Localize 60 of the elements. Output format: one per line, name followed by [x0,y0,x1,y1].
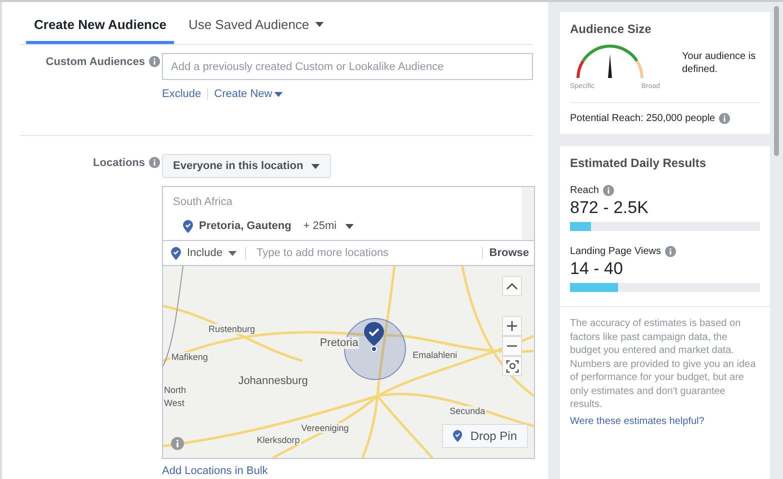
map-pin-icon [364,322,384,352]
audience-tab[interactable]: Use Saved Audience [180,2,332,44]
minus-icon [507,345,517,347]
map-label: Secunda [448,406,486,416]
map-label: Vereeniging [300,423,350,434]
audience-tab[interactable]: Create New Audience [26,2,174,44]
map-label: Klerksdorp [256,434,301,445]
locate-button[interactable] [502,356,522,376]
location-type-dropdown[interactable]: Everyone in this location [162,154,332,178]
plus-icon [507,321,517,331]
locate-icon [506,360,518,372]
scrollbar[interactable] [522,187,534,240]
feedback-link[interactable]: Were these estimates helpful? [570,414,704,428]
radius-dropdown[interactable]: + 25mi [297,219,360,233]
link[interactable]: Create New [214,88,284,100]
zoom-out-button[interactable] [502,336,522,356]
map-label: Pretoria [318,337,360,350]
map-label: North [163,385,188,396]
drop-pin-button[interactable]: Drop Pin [442,424,528,448]
caret-icon [228,250,238,256]
include-dropdown[interactable]: Include [171,246,246,260]
metric-value: 14 - 40 [570,259,624,279]
field-label: Locations [93,157,145,169]
caret-icon [274,92,284,96]
pin-icon [183,220,193,232]
info-icon[interactable] [665,246,676,257]
card-title: Audience Size [570,22,652,36]
collapse-button[interactable] [502,276,522,296]
metric-label: Landing Page Views [570,246,661,257]
map-label: Rustenburg [208,324,256,334]
metric-value: 872 - 2.5K [570,198,650,218]
caret-icon [344,224,354,228]
custom-audience-input[interactable]: Add a previously created Custom or Lookalike Audience [162,53,533,80]
pin-icon [171,246,181,260]
potential-reach: Potential Reach: 250,000 people [570,113,716,124]
caret-icon [311,164,320,168]
map-label: Mafikeng [170,352,209,362]
link[interactable]: Exclude [162,88,202,100]
info-icon[interactable] [149,56,160,67]
chevron-up-icon [506,282,518,290]
info-icon[interactable] [149,157,160,168]
metric-label: Reach [570,185,599,196]
browse-button[interactable]: Browse [482,247,529,259]
info-icon[interactable] [602,185,614,196]
add-locations-in-bulk-link[interactable]: Add Locations in Bulk [162,465,268,477]
map[interactable]: Rustenburg Pretoria Mafikeng Emalahleni Johannesburg North West Secunda Vereeniging Klerksdorp Drop Pin [163,265,534,458]
info-icon[interactable] [719,113,730,124]
scrollbar[interactable] [774,6,779,156]
pin-icon [453,430,462,442]
estimate-note: The accuracy of estimates is based on factors like past campaign data, the budget you entered and market data. Numbers are provided to give you an idea of performance for your budget, but are only estimates and don't guarantee results. [570,317,757,412]
country-label: South Africa [173,196,234,208]
zoom-in-button[interactable] [502,316,522,336]
card-title: Estimated Daily Results [569,156,708,170]
field-label: Custom Audiences [46,56,145,68]
info-icon[interactable] [171,437,184,450]
map-label: Johannesburg [237,375,309,388]
audience-status: Your audience is defined. [682,50,757,77]
location-name: Pretoria, Gauteng [199,220,292,232]
map-label: West [163,398,186,408]
map-label: Emalahleni [412,350,458,360]
